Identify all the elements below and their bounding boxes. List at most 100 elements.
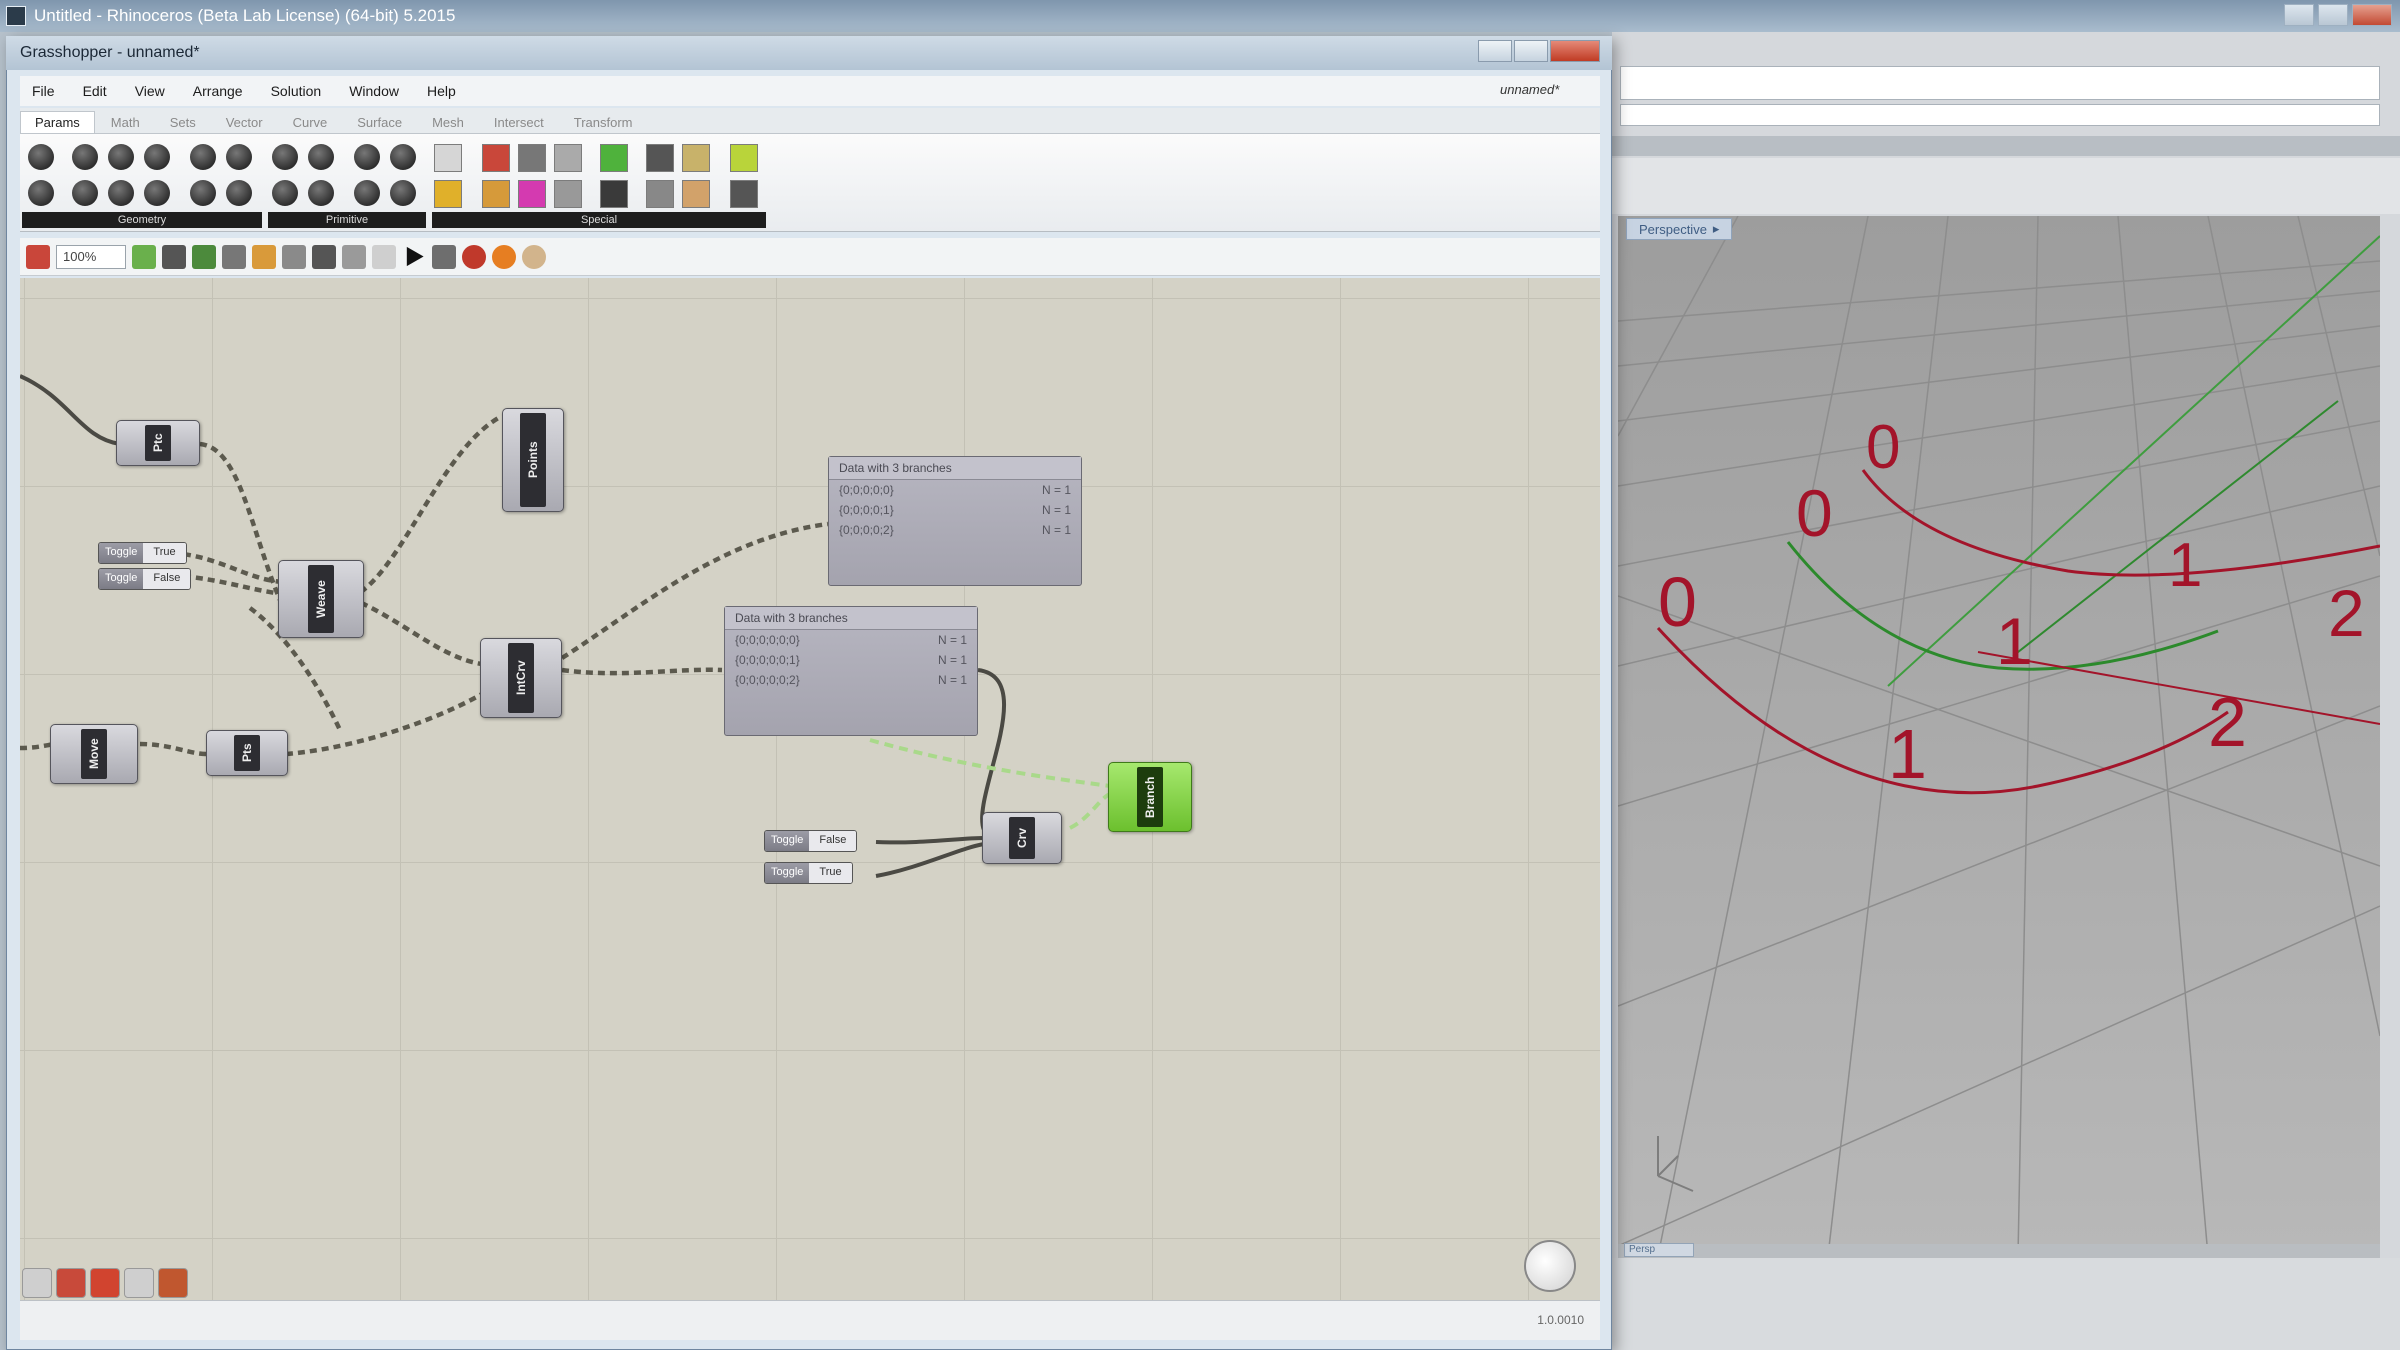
swatch-icon[interactable] — [730, 144, 758, 172]
tab-intersect[interactable]: Intersect — [480, 112, 558, 133]
tab-sets[interactable]: Sets — [156, 112, 210, 133]
rhino-close-button[interactable] — [2352, 4, 2392, 26]
widget-tool-1-icon[interactable] — [22, 1268, 52, 1298]
rhino-toolbar[interactable] — [1612, 158, 2400, 214]
zoom-extents-icon[interactable] — [162, 244, 186, 269]
group-icon[interactable] — [282, 244, 306, 269]
rhino-command-input[interactable] — [1620, 104, 2380, 126]
sketch-icon[interactable] — [252, 244, 276, 269]
box-param-icon[interactable] — [72, 180, 98, 206]
grasshopper-canvas[interactable]: Ptc Points Weave Move Pts IntCrv Crv Bra… — [20, 278, 1600, 1300]
bake-icon[interactable] — [432, 244, 456, 269]
preview-settings-icon[interactable] — [312, 244, 336, 269]
component-weave[interactable]: Weave — [278, 560, 364, 638]
display-mode-icon[interactable] — [342, 244, 366, 269]
surface-param-icon[interactable] — [190, 180, 216, 206]
gh-maximize-button[interactable] — [1514, 40, 1548, 62]
vector-param-icon[interactable] — [72, 144, 98, 170]
panel-icon[interactable] — [434, 144, 462, 172]
play-icon[interactable] — [406, 246, 424, 267]
menu-file[interactable]: File — [20, 81, 67, 101]
wire-display-icon[interactable] — [372, 244, 396, 269]
toggle-icon[interactable] — [482, 144, 510, 172]
mesh-param-icon[interactable] — [144, 180, 170, 206]
curve-param-icon[interactable] — [190, 144, 216, 170]
data-recorder-icon[interactable] — [682, 144, 710, 172]
bezier-icon[interactable] — [646, 180, 674, 208]
tab-math[interactable]: Math — [97, 112, 154, 133]
boolean-param-icon[interactable] — [272, 144, 298, 170]
component-branch[interactable]: Branch — [1108, 762, 1192, 832]
gh-minimize-button[interactable] — [1478, 40, 1512, 62]
boolean-toggle-2[interactable]: Toggle False — [98, 568, 192, 590]
group-geometry[interactable]: Geometry — [22, 212, 262, 228]
record-icon[interactable] — [462, 244, 486, 269]
line-param-icon[interactable] — [226, 144, 252, 170]
menu-edit[interactable]: Edit — [71, 81, 119, 101]
data-panel-2[interactable]: Data with 3 branches {0;0;0;0;0;0} N = 1 … — [724, 606, 978, 736]
list-icon[interactable] — [554, 180, 582, 208]
plane-param-icon[interactable] — [28, 180, 54, 206]
colour-param-icon[interactable] — [308, 180, 334, 206]
graph-mapper-icon[interactable] — [600, 144, 628, 172]
group-primitive[interactable]: Primitive — [268, 212, 426, 228]
canvas-navigation-widget[interactable] — [1524, 1240, 1576, 1292]
open-file-icon[interactable] — [26, 244, 50, 269]
complex-param-icon[interactable] — [354, 180, 380, 206]
component-crv[interactable]: Crv — [982, 812, 1062, 864]
tab-vector[interactable]: Vector — [212, 112, 277, 133]
tab-curve[interactable]: Curve — [279, 112, 342, 133]
gh-close-button[interactable] — [1550, 40, 1600, 62]
group-special[interactable]: Special — [432, 212, 766, 228]
preview-eye-icon[interactable] — [222, 244, 246, 269]
domain-param-icon[interactable] — [272, 180, 298, 206]
colour-picker-icon[interactable] — [518, 180, 546, 208]
rhino-toolbar-tabs[interactable] — [1612, 136, 2400, 156]
arc-param-icon[interactable] — [144, 144, 170, 170]
widget-tool-2-icon[interactable] — [56, 1268, 86, 1298]
data-panel-1[interactable]: Data with 3 branches {0;0;0;0;0} N = 1 {0… — [828, 456, 1082, 586]
viewport-bottom-tab[interactable]: Persp — [1624, 1243, 1694, 1257]
component-intcrv[interactable]: IntCrv — [480, 638, 562, 718]
geometry-param-icon[interactable] — [226, 180, 252, 206]
gradient-icon[interactable] — [554, 144, 582, 172]
tab-surface[interactable]: Surface — [343, 112, 416, 133]
zoom-icon[interactable] — [132, 244, 156, 269]
viewport-title-tab[interactable]: Perspective ▸ — [1626, 218, 1733, 240]
scribble-icon[interactable] — [434, 180, 462, 208]
boolean-toggle-4[interactable]: Toggle True — [764, 862, 853, 884]
component-ptc[interactable]: Ptc — [116, 420, 200, 466]
string-param-icon[interactable] — [390, 144, 416, 170]
menu-solution[interactable]: Solution — [259, 81, 334, 101]
point-param-icon[interactable] — [28, 144, 54, 170]
menu-window[interactable]: Window — [337, 81, 411, 101]
menu-view[interactable]: View — [123, 81, 177, 101]
widget-tool-3-icon[interactable] — [90, 1268, 120, 1298]
perspective-viewport[interactable]: 0 1 2 0 1 2 0 1 — [1618, 216, 2380, 1256]
shaded-preview-icon[interactable] — [492, 244, 516, 269]
matrix-param-icon[interactable] — [390, 180, 416, 206]
component-points[interactable]: Points — [502, 408, 564, 512]
document-name[interactable]: unnamed* — [1500, 82, 1559, 97]
data-dam-icon[interactable] — [682, 180, 710, 208]
circle-param-icon[interactable] — [108, 144, 134, 170]
menu-arrange[interactable]: Arrange — [181, 81, 255, 101]
boolean-toggle-1[interactable]: Toggle True — [98, 542, 187, 564]
named-views-icon[interactable] — [192, 244, 216, 269]
component-pts[interactable]: Pts — [206, 730, 288, 776]
zoom-field[interactable]: 100% — [56, 244, 126, 269]
rhino-minimize-button[interactable] — [2284, 4, 2314, 26]
param-viewer-icon[interactable] — [600, 180, 628, 208]
menu-help[interactable]: Help — [415, 81, 468, 101]
image-sampler-icon[interactable] — [646, 144, 674, 172]
tab-mesh[interactable]: Mesh — [418, 112, 478, 133]
boolean-toggle-3[interactable]: Toggle False — [764, 830, 858, 852]
cluster-icon[interactable] — [730, 180, 758, 208]
rhino-maximize-button[interactable] — [2318, 4, 2348, 26]
integer-param-icon[interactable] — [308, 144, 334, 170]
material-icon[interactable] — [522, 244, 546, 269]
tab-params[interactable]: Params — [20, 111, 95, 133]
value-list-icon[interactable] — [482, 180, 510, 208]
slider-icon[interactable] — [518, 144, 546, 172]
brep-param-icon[interactable] — [108, 180, 134, 206]
